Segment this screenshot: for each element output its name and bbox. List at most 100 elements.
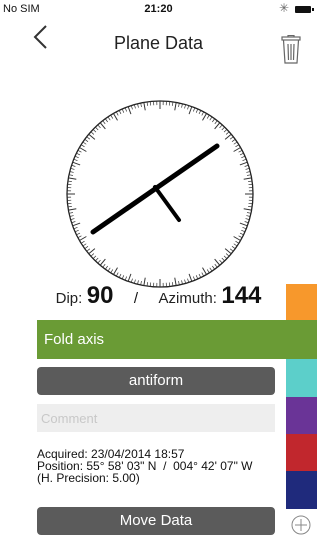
compass-tick bbox=[121, 275, 125, 280]
compass-tick bbox=[212, 265, 215, 270]
plus-circle-icon bbox=[291, 515, 311, 535]
palette-purple[interactable] bbox=[286, 397, 317, 434]
compass-tick bbox=[92, 129, 97, 133]
precision-text: (H. Precision: 5.00) bbox=[37, 471, 140, 485]
compass-tick bbox=[113, 113, 118, 121]
compass-tick bbox=[68, 212, 74, 214]
compass-tick bbox=[214, 122, 221, 130]
compass-tick bbox=[235, 240, 240, 244]
compass-tick bbox=[102, 120, 106, 125]
compass-tick bbox=[214, 120, 218, 125]
compass-tick bbox=[245, 218, 250, 220]
compass-tick bbox=[221, 257, 225, 262]
compass-tick bbox=[241, 155, 246, 159]
compass-tick bbox=[124, 276, 127, 281]
compass-tick bbox=[198, 110, 202, 115]
compass-tick bbox=[113, 267, 118, 275]
clock-label: 21:20 bbox=[144, 3, 173, 15]
compass-tick bbox=[68, 174, 74, 176]
compass-tick bbox=[214, 263, 218, 268]
compass-tick bbox=[127, 106, 132, 115]
compass-tick bbox=[246, 171, 251, 173]
compass-tick bbox=[201, 272, 204, 277]
azimuth-value: 144 bbox=[221, 282, 262, 309]
compass-tick bbox=[229, 248, 234, 252]
compass-tick bbox=[99, 122, 106, 130]
compass-tick bbox=[95, 126, 99, 131]
compass-tick bbox=[127, 273, 132, 282]
compass-tick bbox=[68, 208, 77, 211]
compass-tick bbox=[88, 133, 96, 140]
compass-tick bbox=[72, 222, 81, 227]
compass-tick bbox=[219, 259, 223, 264]
compass-tick bbox=[242, 227, 247, 230]
compass-tick bbox=[74, 155, 79, 159]
compass-tick bbox=[67, 206, 72, 208]
compass-tick bbox=[244, 164, 249, 167]
compass-tick bbox=[201, 111, 204, 116]
compass-tick bbox=[239, 232, 244, 236]
compass-tick bbox=[95, 257, 99, 262]
comment-field[interactable] bbox=[37, 404, 275, 432]
structure-type-button[interactable]: antiform bbox=[37, 367, 275, 395]
compass-tick bbox=[82, 243, 87, 247]
compass-tick bbox=[229, 136, 234, 140]
compass-tick bbox=[116, 272, 119, 277]
page-title: Plane Data bbox=[113, 33, 204, 53]
compass-tick bbox=[202, 113, 207, 121]
compass-tick bbox=[221, 126, 225, 131]
palette-orange[interactable] bbox=[286, 284, 317, 320]
compass-tick bbox=[97, 124, 101, 129]
bluetooth-icon: ✳ bbox=[278, 1, 289, 15]
compass-tick bbox=[239, 222, 248, 227]
compass-tick bbox=[71, 164, 76, 167]
compass-tick bbox=[99, 258, 106, 266]
compass-tick bbox=[92, 255, 97, 259]
compass-tick bbox=[86, 136, 91, 140]
compass-tick bbox=[143, 102, 146, 111]
palette-teal[interactable] bbox=[286, 359, 317, 397]
compass-tick bbox=[233, 236, 241, 241]
compass-tick bbox=[69, 215, 74, 217]
move-data-button[interactable]: Move Data bbox=[37, 507, 275, 535]
compass-tick bbox=[209, 267, 213, 272]
compass-tick bbox=[73, 227, 78, 230]
compass-tick bbox=[233, 141, 238, 145]
compass-tick bbox=[238, 150, 243, 153]
compass-tick bbox=[193, 276, 196, 281]
compass-tick bbox=[70, 168, 75, 170]
compass-tick bbox=[72, 161, 81, 166]
add-button[interactable] bbox=[290, 514, 312, 536]
compass-tick bbox=[214, 258, 221, 266]
compass-tick bbox=[79, 236, 87, 241]
compass-dial bbox=[66, 100, 254, 288]
compass-tick bbox=[88, 248, 96, 255]
battery-icon bbox=[295, 6, 314, 13]
compass-tick bbox=[238, 235, 243, 238]
compass-tick bbox=[172, 101, 174, 106]
compass-tick bbox=[146, 101, 148, 106]
compass-tick bbox=[202, 267, 207, 275]
compass-tick bbox=[140, 102, 142, 108]
compass-tick bbox=[76, 152, 81, 156]
palette-navy[interactable] bbox=[286, 471, 317, 509]
compass-tick bbox=[77, 150, 82, 153]
compass-tick bbox=[74, 229, 79, 233]
compass-tick bbox=[195, 275, 199, 280]
compass-tick bbox=[73, 158, 78, 161]
compass-tick bbox=[206, 269, 210, 274]
compass-tick bbox=[242, 158, 247, 161]
azimuth-label: Azimuth: bbox=[158, 290, 217, 307]
compass-tick bbox=[212, 118, 215, 123]
compass-tick bbox=[244, 221, 249, 224]
compass-tick bbox=[243, 177, 252, 180]
delete-button[interactable] bbox=[280, 35, 302, 65]
palette-red[interactable] bbox=[286, 434, 317, 471]
compass-tick bbox=[193, 107, 196, 112]
compass-tick bbox=[70, 218, 75, 220]
compass-tick bbox=[69, 171, 74, 173]
compass-tick bbox=[67, 180, 72, 182]
compass-tick bbox=[231, 139, 236, 142]
trash-icon bbox=[281, 35, 301, 64]
compass-tick bbox=[71, 221, 76, 224]
